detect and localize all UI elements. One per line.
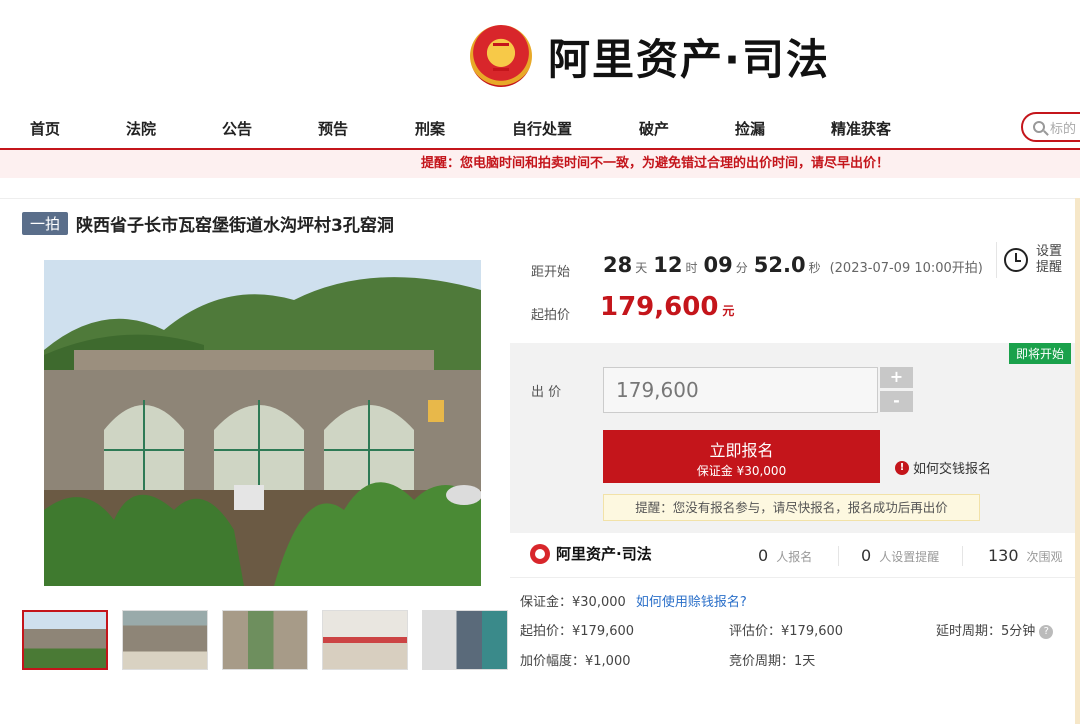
- delay-text: 延时周期：5分钟: [936, 624, 1036, 639]
- info-icon: !: [895, 460, 909, 475]
- main-nav: 首页 法院 公告 预告 刑案 自行处置 破产 捡漏 精准获客: [0, 110, 1080, 146]
- brand-title: 阿里资产·司法: [548, 34, 830, 84]
- signup-button[interactable]: 立即报名 保证金 ¥30,000: [603, 430, 880, 483]
- nav-item-bankruptcy[interactable]: 破产: [639, 118, 669, 139]
- time-notice: 提醒：您电脑时间和拍卖时间不一致，为避免错过合理的出价时间，请尽早出价！: [0, 150, 1080, 178]
- deposit-detail: 保证金：¥30,000 如何使用赊钱报名?: [520, 591, 747, 610]
- ali-logo-icon: [530, 543, 550, 564]
- countdown-hours-unit: 时: [685, 261, 698, 275]
- views-label: 次围观: [1026, 550, 1063, 564]
- main-photo[interactable]: [44, 260, 481, 586]
- thumbnail-2[interactable]: [122, 610, 208, 670]
- stats-logo: 阿里资产·司法: [530, 543, 652, 564]
- cycle-detail: 竞价周期：1天: [729, 654, 816, 669]
- how-to-pay-link[interactable]: ! 如何交钱报名: [895, 458, 991, 477]
- bid-label: 出 价: [531, 385, 562, 400]
- signup-tip: 提醒：您没有报名参与，请尽快报名，报名成功后再出价: [603, 494, 980, 521]
- countdown-label: 距开始: [531, 265, 571, 280]
- alarm-clock-icon: [1004, 248, 1028, 272]
- delay-detail: 延时周期：5分钟?: [936, 620, 1054, 639]
- help-icon[interactable]: ?: [1039, 624, 1054, 639]
- deposit-label: 保证金 ¥30,000: [696, 464, 787, 478]
- nav-item-criminal[interactable]: 刑案: [415, 118, 445, 139]
- nav-item-bargain[interactable]: 捡漏: [735, 118, 765, 139]
- signup-label: 立即报名: [709, 441, 774, 460]
- increment-detail: 加价幅度：¥1,000: [520, 654, 631, 669]
- stats-logo-text: 阿里资产·司法: [556, 545, 652, 563]
- nav-item-announcement[interactable]: 公告: [222, 118, 252, 139]
- countdown-hours: 12: [653, 253, 683, 277]
- stats-divider: [510, 577, 1075, 578]
- start-price: 179,600 元: [600, 292, 734, 322]
- start-price-unit: 元: [722, 304, 735, 318]
- thumbnail-3[interactable]: [222, 610, 308, 670]
- countdown-minutes-unit: 分: [735, 261, 748, 275]
- search-icon: [1033, 121, 1045, 133]
- countdown: 28 天 12 时 09 分 52.0 秒 (2023-07-09 10:00开…: [603, 253, 989, 277]
- views-stat: 130 次围观: [988, 546, 1063, 565]
- nav-item-court[interactable]: 法院: [126, 118, 156, 139]
- cave-dwelling-photo: [44, 260, 481, 586]
- signups-count: 0: [758, 546, 769, 565]
- bid-price-input[interactable]: 179,600: [603, 367, 878, 413]
- reminders-stat: 0 人设置提醒: [861, 546, 939, 565]
- remind-divider: [996, 242, 997, 278]
- search-input[interactable]: 标的: [1021, 112, 1080, 142]
- set-reminder-label: 设置提醒: [1036, 244, 1063, 275]
- start-time: (2023-07-09 10:00开拍): [829, 261, 983, 276]
- search-placeholder: 标的: [1050, 121, 1077, 137]
- page-title: 陕西省子长市瓦窑堡街道水沟坪村3孔窑洞: [76, 216, 394, 236]
- status-badge: 即将开始: [1009, 343, 1072, 364]
- countdown-days-unit: 天: [635, 261, 648, 275]
- start-price-label: 起拍价: [531, 308, 571, 323]
- credit-signup-link[interactable]: 如何使用赊钱报名?: [636, 595, 747, 610]
- nav-item-self-disposal[interactable]: 自行处置: [512, 118, 572, 139]
- auction-round-badge: 一拍: [22, 212, 69, 235]
- nav-item-preview[interactable]: 预告: [318, 118, 348, 139]
- thumbnail-4[interactable]: [322, 610, 408, 670]
- brand-logo[interactable]: 阿里资产·司法: [470, 22, 830, 90]
- stat-divider: [838, 546, 839, 566]
- reminders-label: 人设置提醒: [879, 550, 940, 564]
- views-count: 130: [988, 546, 1019, 565]
- countdown-seconds: 52.0: [753, 253, 806, 277]
- signups-stat: 0 人报名: [758, 546, 812, 565]
- nav-item-home[interactable]: 首页: [30, 118, 60, 139]
- right-edge-accent: [1075, 198, 1080, 724]
- countdown-seconds-unit: 秒: [808, 261, 821, 275]
- how-to-pay-label: 如何交钱报名: [913, 462, 992, 477]
- reminders-count: 0: [861, 546, 872, 565]
- thumbnail-1[interactable]: [22, 610, 108, 670]
- start-price-detail: 起拍价：¥179,600: [520, 624, 635, 639]
- bid-increase-button[interactable]: +: [880, 367, 913, 388]
- countdown-minutes: 09: [703, 253, 733, 277]
- start-price-value: 179,600: [600, 292, 719, 322]
- countdown-days: 28: [603, 253, 633, 277]
- nav-item-precision[interactable]: 精准获客: [831, 118, 891, 139]
- thumbnail-5[interactable]: [422, 610, 508, 670]
- court-emblem-icon: [470, 25, 532, 87]
- bid-decrease-button[interactable]: -: [880, 391, 913, 412]
- stat-divider: [962, 546, 963, 566]
- thumbnail-strip: [22, 610, 522, 670]
- set-reminder-button[interactable]: 设置提醒: [1004, 244, 1064, 276]
- deposit-text: 保证金：¥30,000: [520, 595, 626, 610]
- appraisal-detail: 评估价：¥179,600: [729, 624, 844, 639]
- signups-label: 人报名: [776, 550, 813, 564]
